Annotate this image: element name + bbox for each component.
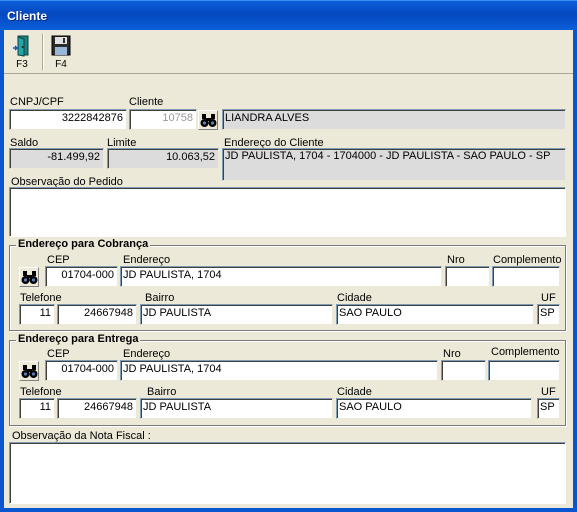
entrega-title: Endereço para Entrega: [16, 333, 141, 345]
entrega-cep-field[interactable]: 01704-000: [45, 360, 118, 381]
cobranca-telefone-label: Telefone: [20, 292, 62, 304]
binoculars-icon: [200, 114, 217, 127]
cliente-code-field[interactable]: 10758: [129, 109, 197, 130]
exit-button[interactable]: F3: [7, 32, 37, 72]
exit-door-icon: [11, 34, 33, 58]
cobranca-title: Endereço para Cobrança: [16, 238, 151, 250]
binoculars-icon: [21, 271, 38, 284]
cobranca-nro-field[interactable]: [445, 266, 490, 287]
cobranca-nro-label: Nro: [447, 254, 465, 266]
entrega-bairro-field[interactable]: JD PAULISTA: [140, 398, 333, 419]
title-bar[interactable]: Cliente: [0, 0, 577, 30]
window-frame-left: [0, 30, 4, 512]
entrega-cidade-field[interactable]: SAO PAULO: [336, 398, 532, 419]
cobranca-bairro-field[interactable]: JD PAULISTA: [140, 304, 333, 325]
obs-nota-fiscal-field[interactable]: [9, 442, 566, 504]
cliente-search-button[interactable]: [198, 110, 218, 130]
save-button-label: F4: [55, 59, 67, 70]
cobranca-endereco-field[interactable]: JD PAULISTA, 1704: [120, 266, 442, 287]
entrega-telefone-field[interactable]: 24667948: [57, 398, 137, 419]
cobranca-endereco-label: Endereço: [123, 254, 171, 266]
window-title: Cliente: [7, 9, 48, 23]
entrega-cidade-label: Cidade: [337, 386, 372, 398]
cobranca-cep-field[interactable]: 01704-000: [45, 266, 118, 287]
cnpj-label: CNPJ/CPF: [10, 96, 64, 108]
cliente-label: Cliente: [129, 96, 164, 108]
cobranca-cep-label: CEP: [47, 254, 70, 266]
entrega-complemento-label: Complemento: [491, 346, 560, 358]
toolbar-separator: [42, 34, 44, 70]
entrega-ddd-field[interactable]: 11: [19, 398, 55, 419]
window-frame-bottom: [0, 508, 577, 512]
cnpj-field[interactable]: 3222842876: [9, 109, 127, 130]
obs-nota-fiscal-label: Observação da Nota Fiscal :: [12, 430, 151, 442]
floppy-disk-icon: [50, 34, 72, 58]
entrega-cep-label: CEP: [47, 348, 70, 360]
limite-field: 10.063,52: [107, 148, 219, 169]
obs-pedido-field[interactable]: [9, 187, 566, 237]
cobranca-complemento-field[interactable]: [492, 266, 560, 287]
cobranca-uf-field[interactable]: SP: [537, 304, 560, 325]
save-button[interactable]: F4: [46, 32, 76, 72]
cobranca-ddd-field[interactable]: 11: [19, 304, 55, 325]
binoculars-icon: [21, 365, 38, 378]
cobranca-uf-label: UF: [541, 292, 556, 304]
window-frame-right: [573, 30, 577, 512]
entrega-telefone-label: Telefone: [20, 386, 62, 398]
entrega-endereco-field[interactable]: JD PAULISTA, 1704: [120, 360, 438, 381]
entrega-endereco-label: Endereço: [123, 348, 171, 360]
entrega-complemento-field[interactable]: [488, 360, 560, 381]
entrega-uf-label: UF: [541, 386, 556, 398]
cliente-name-field: LIANDRA ALVES: [222, 109, 566, 130]
entrega-uf-field[interactable]: SP: [537, 398, 560, 419]
entrega-nro-field[interactable]: [441, 360, 486, 381]
cobranca-cidade-field[interactable]: SAO PAULO: [336, 304, 534, 325]
entrega-cep-search-button[interactable]: [19, 361, 39, 381]
saldo-field: -81.499,92: [9, 148, 104, 169]
cobranca-telefone-field[interactable]: 24667948: [57, 304, 137, 325]
entrega-nro-label: Nro: [443, 348, 461, 360]
entrega-bairro-label: Bairro: [147, 386, 177, 398]
endereco-cliente-field: JD PAULISTA, 1704 - 1704000 - JD PAULIST…: [222, 148, 566, 181]
cobranca-bairro-label: Bairro: [145, 292, 175, 304]
toolbar: F3 F4: [4, 30, 573, 74]
cobranca-cep-search-button[interactable]: [19, 267, 39, 287]
cobranca-cidade-label: Cidade: [337, 292, 372, 304]
cobranca-complemento-label: Complemento: [493, 254, 562, 266]
exit-button-label: F3: [16, 59, 28, 70]
